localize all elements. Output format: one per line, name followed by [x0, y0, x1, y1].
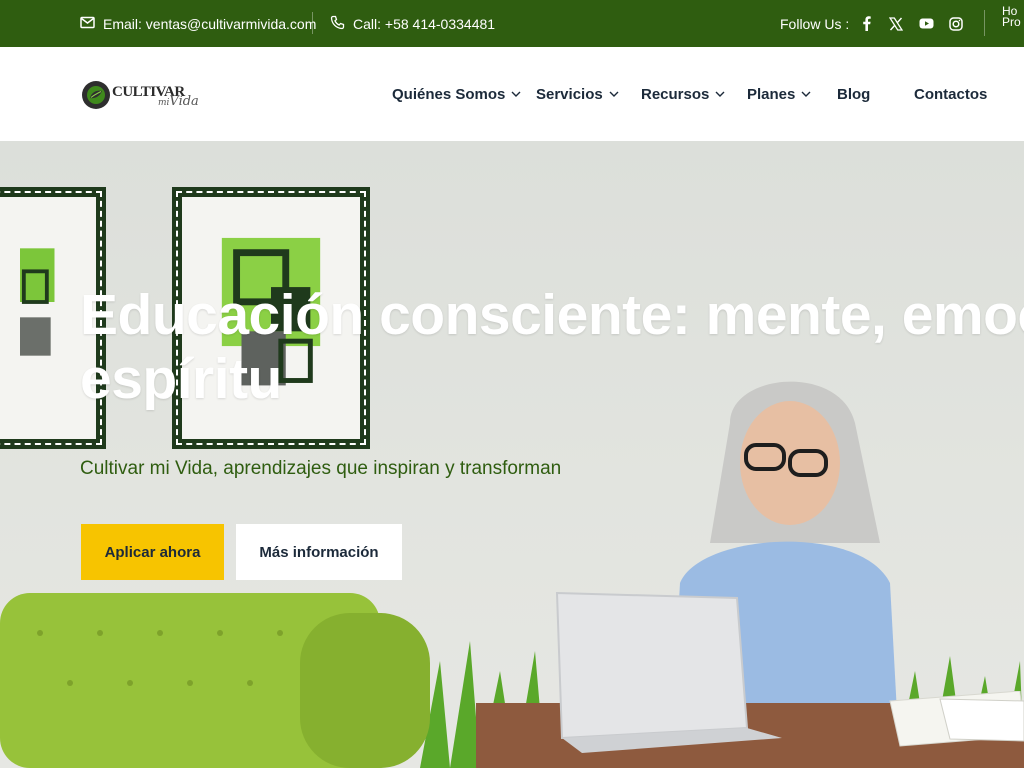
nav-item-servicios[interactable]: Servicios [536, 47, 619, 141]
facebook-icon[interactable] [858, 16, 874, 32]
hero-section: Educación consciente: mente, emoción esp… [0, 141, 1024, 768]
logo-script: miVida [158, 94, 199, 109]
x-icon[interactable] [888, 16, 904, 32]
email-contact[interactable]: Email: ventas@cultivarmivida.com [80, 0, 316, 47]
chevron-down-icon [511, 89, 521, 99]
social-links [858, 0, 964, 47]
nav-item-label: Blog [837, 85, 871, 103]
hero-headline-line-2: espíritu [80, 347, 282, 411]
hero-headline: Educación consciente: mente, emoción esp… [80, 283, 1024, 411]
site-logo[interactable]: CULTIVAR miVida [82, 77, 214, 113]
phone-contact[interactable]: Call: +58 414-0334481 [330, 0, 495, 47]
nav-item-label: Quiénes Somos [392, 85, 506, 103]
nav-item-label: Planes [747, 85, 796, 103]
topbar-divider-right [984, 10, 985, 36]
email-text: Email: ventas@cultivarmivida.com [103, 15, 317, 32]
sofa-decoration [0, 593, 430, 768]
chevron-down-icon [715, 89, 725, 99]
apply-now-button[interactable]: Aplicar ahora [81, 524, 224, 580]
logo-leaf-icon [82, 81, 110, 109]
nav-item-label: Servicios [536, 85, 603, 103]
hero-subtitle: Cultivar mi Vida, aprendizajes que inspi… [80, 458, 562, 479]
topbar-divider [312, 12, 313, 34]
cut-off-link[interactable]: Ho Pro [1002, 5, 1021, 28]
phone-text: Call: +58 414-0334481 [353, 15, 496, 32]
nav-item-planes[interactable]: Planes [747, 47, 811, 141]
email-icon [80, 16, 95, 32]
nav-item-blog[interactable]: Blog [837, 47, 870, 141]
top-bar: Email: ventas@cultivarmivida.com Call: +… [0, 0, 1024, 47]
nav-item-contactos[interactable]: Contactos [914, 47, 987, 141]
follow-us-label: Follow Us : [780, 15, 850, 32]
hero-headline-line-1: Educación consciente: mente, emoción [80, 283, 1024, 347]
chevron-down-icon [801, 89, 811, 99]
chevron-down-icon [609, 89, 619, 99]
nav-item-label: Recursos [641, 85, 710, 103]
instagram-icon[interactable] [948, 16, 964, 32]
nav-item-quienes-somos[interactable]: Quiénes Somos [392, 47, 521, 141]
laptop-illustration [555, 591, 782, 753]
site-header: CULTIVAR miVida Quiénes Somos Servicios … [0, 47, 1024, 141]
phone-icon [330, 15, 345, 33]
youtube-icon[interactable] [918, 16, 934, 32]
nav-item-label: Contactos [914, 85, 988, 103]
papers-decoration [889, 691, 1024, 747]
more-info-button[interactable]: Más información [236, 524, 402, 580]
abstract-art [20, 248, 55, 356]
nav-item-recursos[interactable]: Recursos [641, 47, 725, 141]
